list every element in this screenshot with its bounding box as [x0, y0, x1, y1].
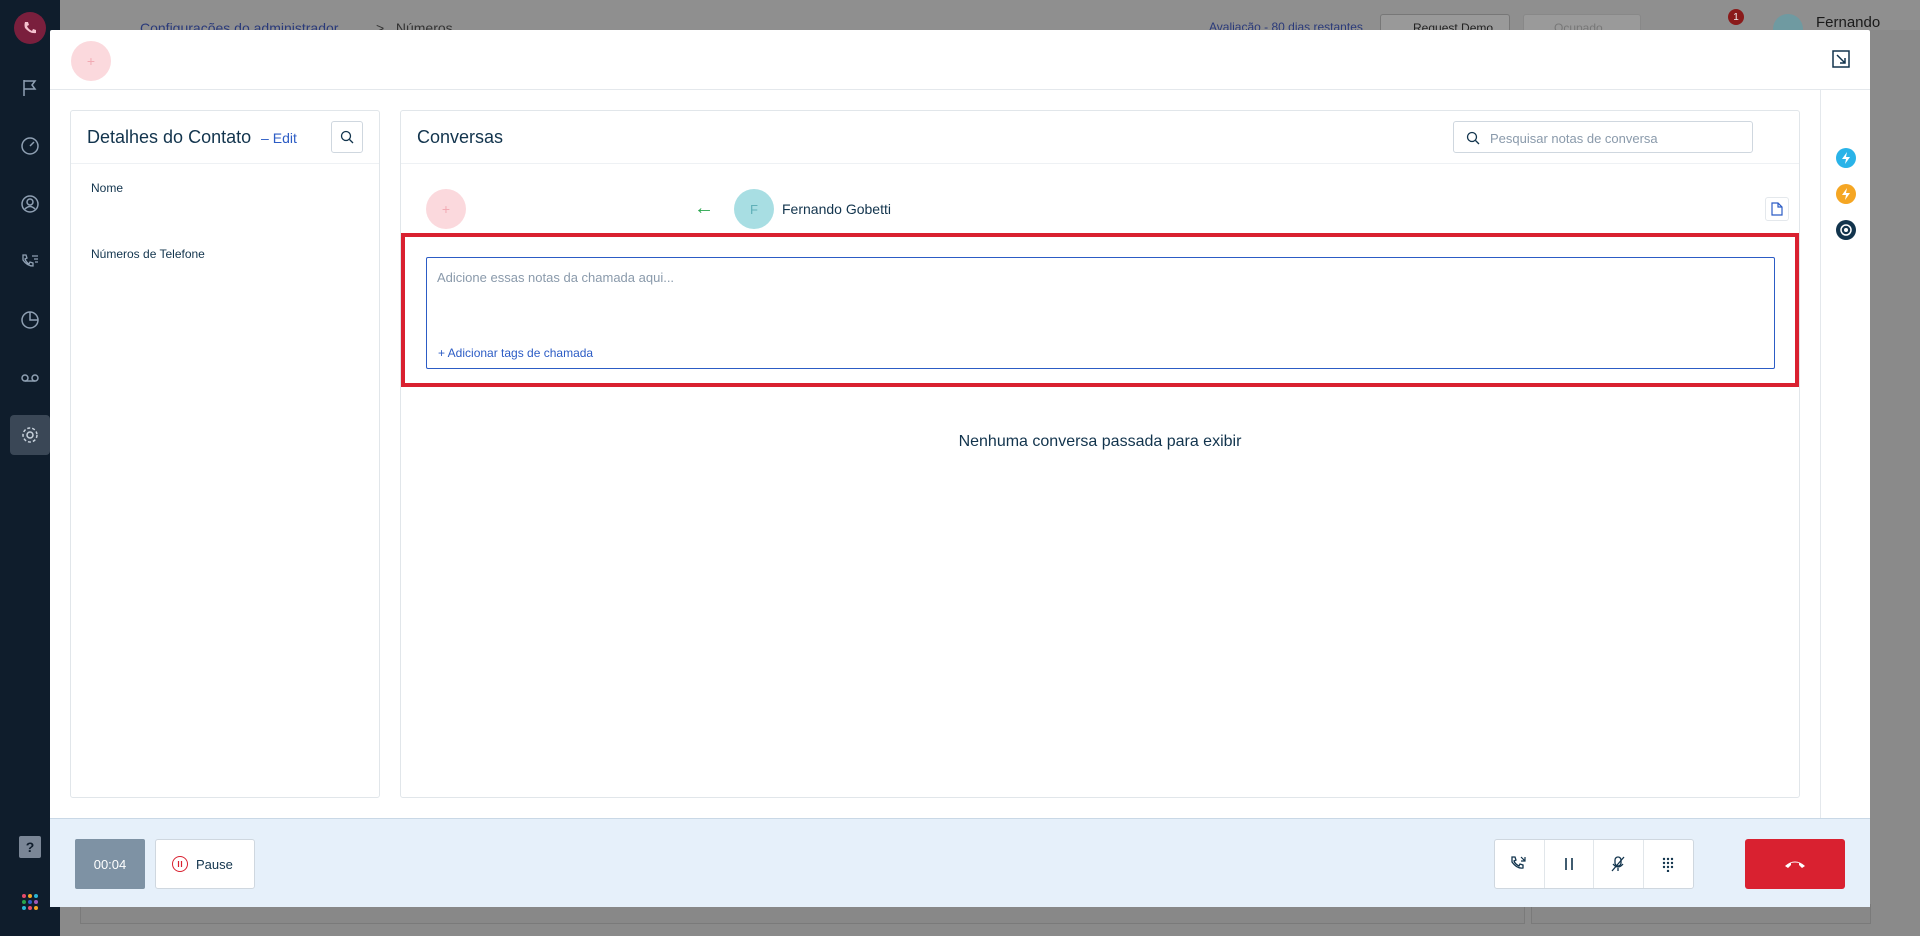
reports-icon[interactable]	[16, 306, 44, 334]
transfer-call-button[interactable]	[1495, 840, 1545, 888]
call-log-icon[interactable]	[16, 248, 44, 276]
contacts-icon[interactable]	[16, 190, 44, 218]
pause-icon	[172, 856, 188, 872]
settings-gear-icon[interactable]	[10, 415, 50, 455]
call-notes-box[interactable]: + Adicionar tags de chamada	[426, 257, 1775, 369]
dashboard-icon[interactable]	[16, 132, 44, 160]
hang-up-button[interactable]	[1745, 839, 1845, 889]
call-control-bar: 00:04 Pause	[50, 818, 1870, 907]
hang-up-phone-icon	[1785, 861, 1805, 868]
divider	[401, 163, 1799, 164]
contact-details-panel: Detalhes do Contato – Edit Nome Números d…	[70, 110, 380, 798]
lightning-app-icon[interactable]	[1836, 148, 1856, 168]
transfer-phone-icon	[1511, 856, 1526, 869]
agent-avatar: +	[426, 189, 466, 229]
call-controls	[1494, 839, 1694, 889]
call-timer: 00:04	[75, 839, 145, 889]
modal-header: +	[50, 30, 1870, 90]
flag-icon[interactable]	[16, 74, 44, 102]
conversations-panel: Conversas + ← F Fernando Gobetti + Adici…	[400, 110, 1800, 798]
conversation-notes-search[interactable]	[1453, 121, 1753, 153]
background-card	[1531, 904, 1871, 924]
caller-name: Fernando Gobetti	[782, 201, 891, 217]
divider	[71, 163, 379, 164]
keypad-button[interactable]	[1644, 840, 1694, 888]
contact-search-button[interactable]	[331, 121, 363, 153]
search-icon	[1466, 131, 1480, 145]
notification-badge: 1	[1728, 9, 1744, 25]
background-topbar: Configurações do administrador > Números…	[60, 0, 1920, 48]
help-icon[interactable]: ?	[19, 836, 41, 858]
voicemail-icon[interactable]	[16, 364, 44, 392]
phones-field-label: Números de Telefone	[91, 247, 205, 261]
incoming-call-arrow-icon: ←	[694, 197, 714, 219]
apps-grid-icon[interactable]	[21, 893, 39, 911]
name-field-label: Nome	[91, 181, 124, 195]
add-call-tags-link[interactable]: + Adicionar tags de chamada	[438, 346, 593, 360]
conversations-title: Conversas	[417, 127, 504, 147]
bolt-app-icon[interactable]	[1836, 184, 1856, 204]
integrations-rail	[1820, 90, 1870, 847]
mute-microphone-icon	[1611, 856, 1625, 872]
minimize-icon[interactable]	[1832, 50, 1850, 68]
search-icon	[340, 130, 354, 144]
caller-avatar: F	[734, 189, 774, 229]
contact-details-title: Detalhes do Contato	[87, 127, 252, 147]
swirl-app-icon[interactable]	[1836, 220, 1856, 240]
phone-logo-icon[interactable]	[14, 12, 46, 44]
agent-avatar: +	[71, 41, 111, 81]
contact-edit-link[interactable]: – Edit	[261, 130, 297, 146]
search-input[interactable]	[1490, 128, 1740, 148]
empty-conversations-message: Nenhuma conversa passada para exibir	[958, 433, 1242, 450]
background-card	[80, 904, 1525, 924]
call-notes-textarea[interactable]	[437, 270, 1757, 320]
keypad-icon	[1663, 857, 1674, 872]
pause-label: Pause	[196, 856, 233, 872]
hold-button[interactable]	[1545, 840, 1594, 888]
pause-button[interactable]: Pause	[155, 839, 255, 889]
hold-icon	[1564, 858, 1573, 870]
call-modal: + Detalhes do Contato – Edit Nome Números…	[50, 30, 1870, 907]
document-icon[interactable]	[1765, 197, 1789, 221]
mute-button[interactable]	[1594, 840, 1644, 888]
